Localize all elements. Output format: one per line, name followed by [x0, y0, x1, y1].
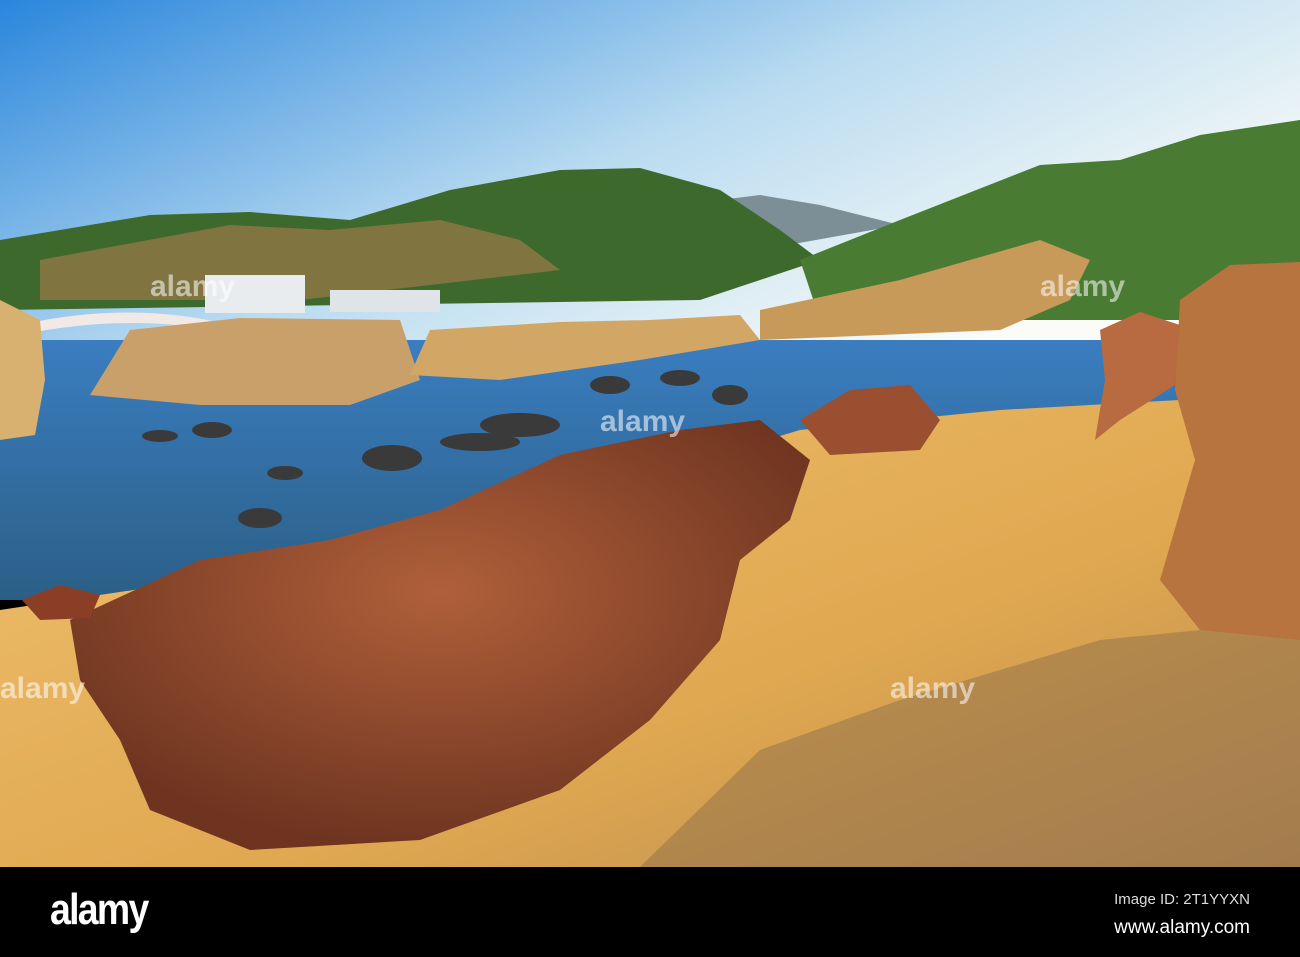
alamy-logo: alamy: [50, 885, 149, 934]
watermark: alamy: [1040, 270, 1126, 303]
footer-bar: alamy Image ID: 2T1YYXN www.alamy.com: [0, 867, 1300, 957]
website-link: www.alamy.com: [1114, 917, 1250, 938]
image-id: Image ID: 2T1YYXN: [1114, 891, 1250, 908]
watermark: alamy: [150, 270, 236, 303]
stock-photo: alamy alamy alamy alamy alamy alamy Imag…: [0, 0, 1300, 957]
sandstone-platform: [90, 318, 420, 405]
town-buildings: [330, 290, 440, 312]
watermark: alamy: [600, 405, 686, 438]
watermark: alamy: [890, 672, 976, 705]
watermark: alamy: [0, 672, 86, 705]
